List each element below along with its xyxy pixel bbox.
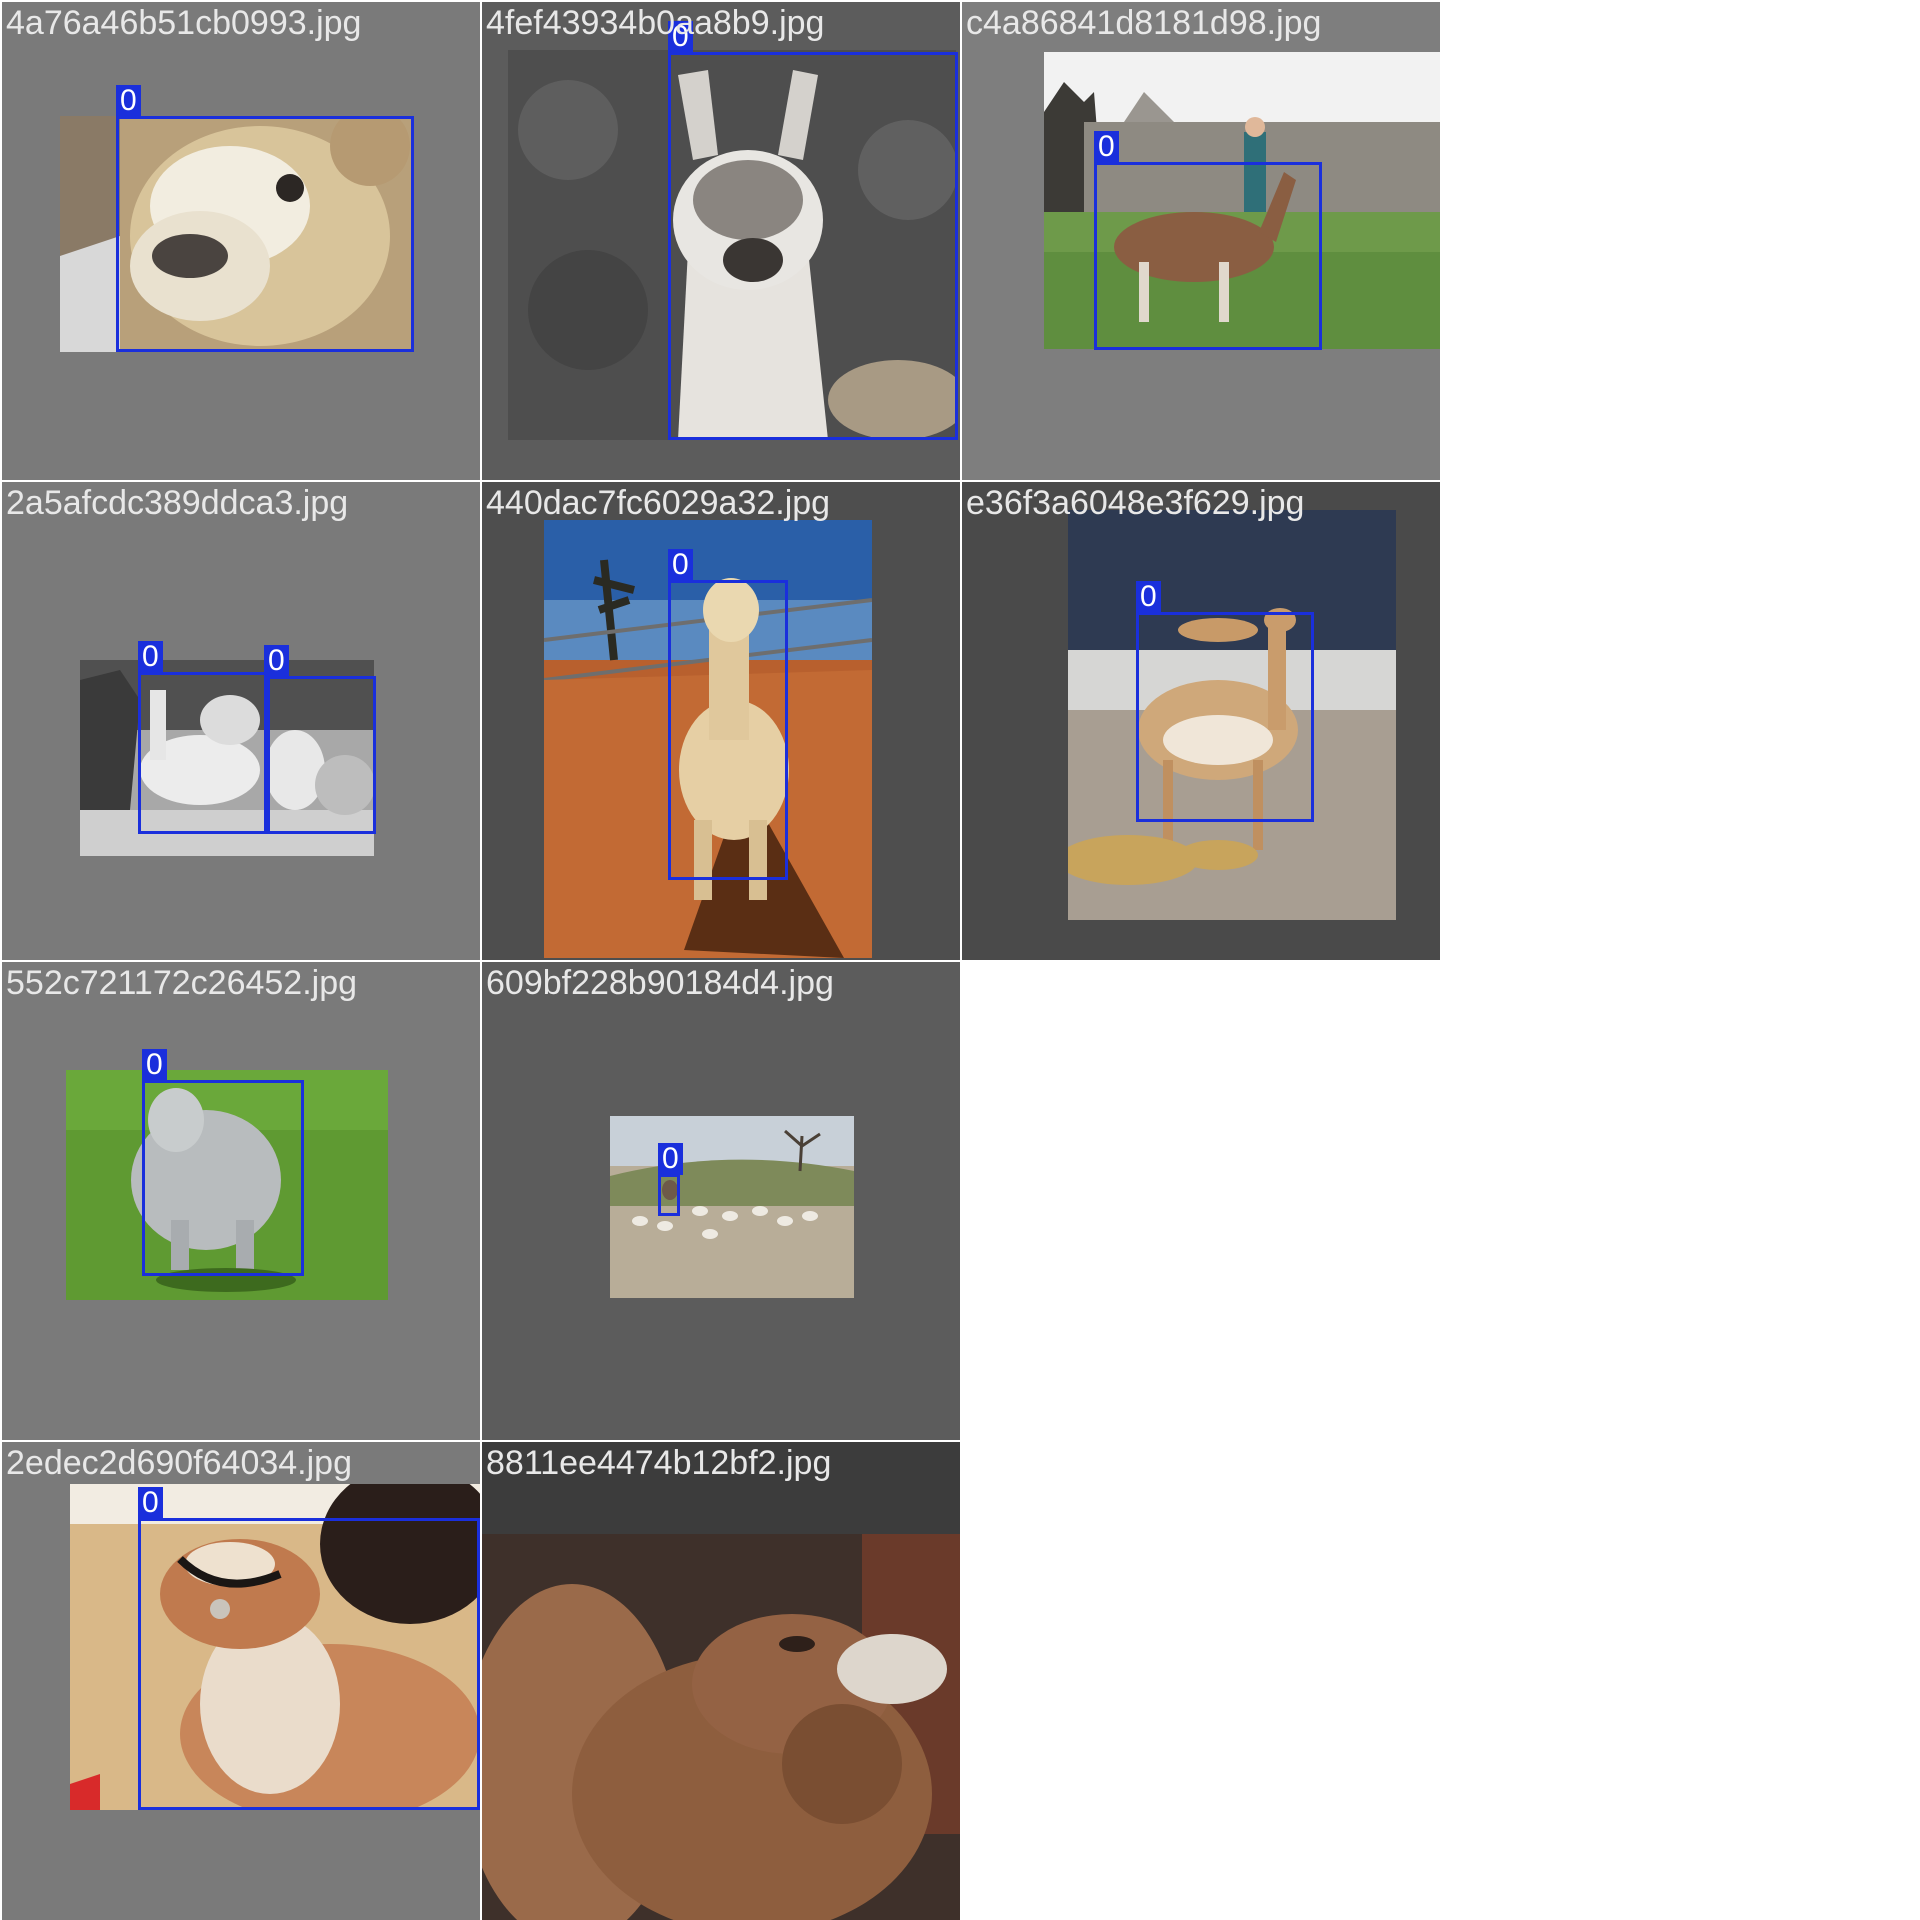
bounding-box: 0 bbox=[658, 1143, 683, 1216]
photo-field-herd bbox=[610, 1116, 854, 1298]
bounding-box: 0 bbox=[1094, 131, 1322, 350]
image-tile: 0 e36f3a6048e3f629.jpg bbox=[962, 482, 1440, 960]
image-tile: 8811ee4474b12bf2.jpg bbox=[482, 1442, 960, 1920]
bounding-box: 0 bbox=[142, 1049, 304, 1276]
filename-label: c4a86841d8181d98.jpg bbox=[966, 4, 1322, 42]
box-class-label: 0 bbox=[1136, 581, 1161, 613]
bounding-box: 0 bbox=[1136, 581, 1314, 822]
filename-label: 552c721172c26452.jpg bbox=[6, 964, 358, 1002]
image-tile: 0 c4a86841d8181d98.jpg bbox=[962, 2, 1440, 480]
filename-label: 4a76a46b51cb0993.jpg bbox=[6, 4, 362, 42]
box-class-label: 0 bbox=[1094, 131, 1119, 163]
box-class-label: 0 bbox=[658, 1143, 683, 1175]
image-tile: 0 0 2a5afcdc389ddca3.jpg bbox=[2, 482, 480, 960]
filename-label: 2edec2d690f64034.jpg bbox=[6, 1444, 352, 1482]
box-class-label: 0 bbox=[116, 85, 141, 117]
bounding-box: 0 bbox=[138, 641, 270, 834]
bounding-box: 0 bbox=[138, 1487, 480, 1810]
image-tile: 0 609bf228b90184d4.jpg bbox=[482, 962, 960, 1440]
box-class-label: 0 bbox=[668, 549, 693, 581]
filename-label: 440dac7fc6029a32.jpg bbox=[486, 484, 831, 522]
box-class-label: 0 bbox=[138, 641, 163, 673]
bounding-box: 0 bbox=[668, 549, 788, 880]
photo-camel bbox=[482, 1534, 960, 1920]
filename-label: 8811ee4474b12bf2.jpg bbox=[486, 1444, 832, 1482]
box-class-label: 0 bbox=[142, 1049, 167, 1081]
filename-label: e36f3a6048e3f629.jpg bbox=[966, 484, 1305, 522]
filename-label: 4fef43934b0aa8b9.jpg bbox=[486, 4, 825, 42]
box-class-label: 0 bbox=[138, 1487, 163, 1519]
image-tile: 0 4a76a46b51cb0993.jpg bbox=[2, 2, 480, 480]
bounding-box: 0 bbox=[668, 21, 958, 440]
filename-label: 2a5afcdc389ddca3.jpg bbox=[6, 484, 349, 522]
image-tile: 0 2edec2d690f64034.jpg bbox=[2, 1442, 480, 1920]
box-class-label: 0 bbox=[264, 645, 289, 677]
image-tile: 0 440dac7fc6029a32.jpg bbox=[482, 482, 960, 960]
filename-label: 609bf228b90184d4.jpg bbox=[486, 964, 834, 1002]
image-tile: 0 552c721172c26452.jpg bbox=[2, 962, 480, 1440]
bounding-box: 0 bbox=[116, 85, 414, 352]
image-tile: 0 4fef43934b0aa8b9.jpg bbox=[482, 2, 960, 480]
bounding-box: 0 bbox=[264, 645, 376, 834]
